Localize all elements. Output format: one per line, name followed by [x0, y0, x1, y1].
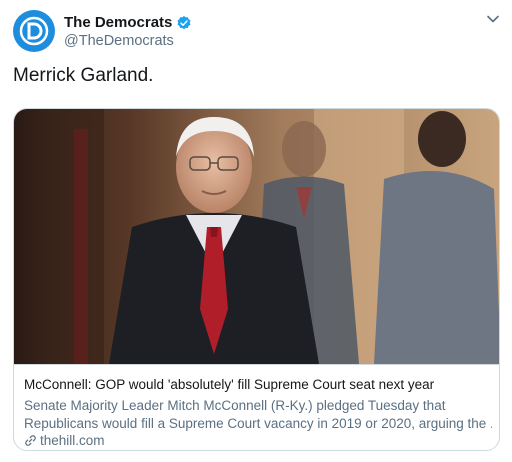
chevron-down-icon[interactable]: [486, 12, 500, 26]
tweet: The Democrats @TheDemocrats Merrick Garl…: [0, 0, 512, 462]
card-domain-text[interactable]: thehill.com: [40, 433, 105, 448]
card-title[interactable]: McConnell: GOP would 'absolutely' fill S…: [24, 377, 434, 392]
card-domain[interactable]: thehill.com: [24, 433, 105, 448]
avatar[interactable]: [13, 10, 55, 52]
link-icon: [25, 435, 36, 446]
democrats-logo-icon: [19, 16, 49, 46]
link-card[interactable]: McConnell: GOP would 'absolutely' fill S…: [13, 108, 500, 451]
card-description: Senate Majority Leader Mitch McConnell (…: [24, 397, 492, 433]
news-photo: [14, 109, 499, 364]
card-image[interactable]: [14, 109, 499, 364]
author-display-name[interactable]: The Democrats: [64, 14, 172, 31]
card-description-line: Senate Majority Leader Mitch McConnell (…: [24, 398, 446, 413]
tweet-text: Merrick Garland.: [13, 65, 154, 86]
author-handle[interactable]: @TheDemocrats: [64, 33, 174, 49]
verified-badge-icon: [177, 15, 191, 29]
card-body[interactable]: McConnell: GOP would 'absolutely' fill S…: [14, 364, 499, 450]
author-name-row[interactable]: The Democrats: [64, 14, 192, 31]
card-description-line: Republicans would fill a Supreme Court v…: [24, 416, 492, 431]
